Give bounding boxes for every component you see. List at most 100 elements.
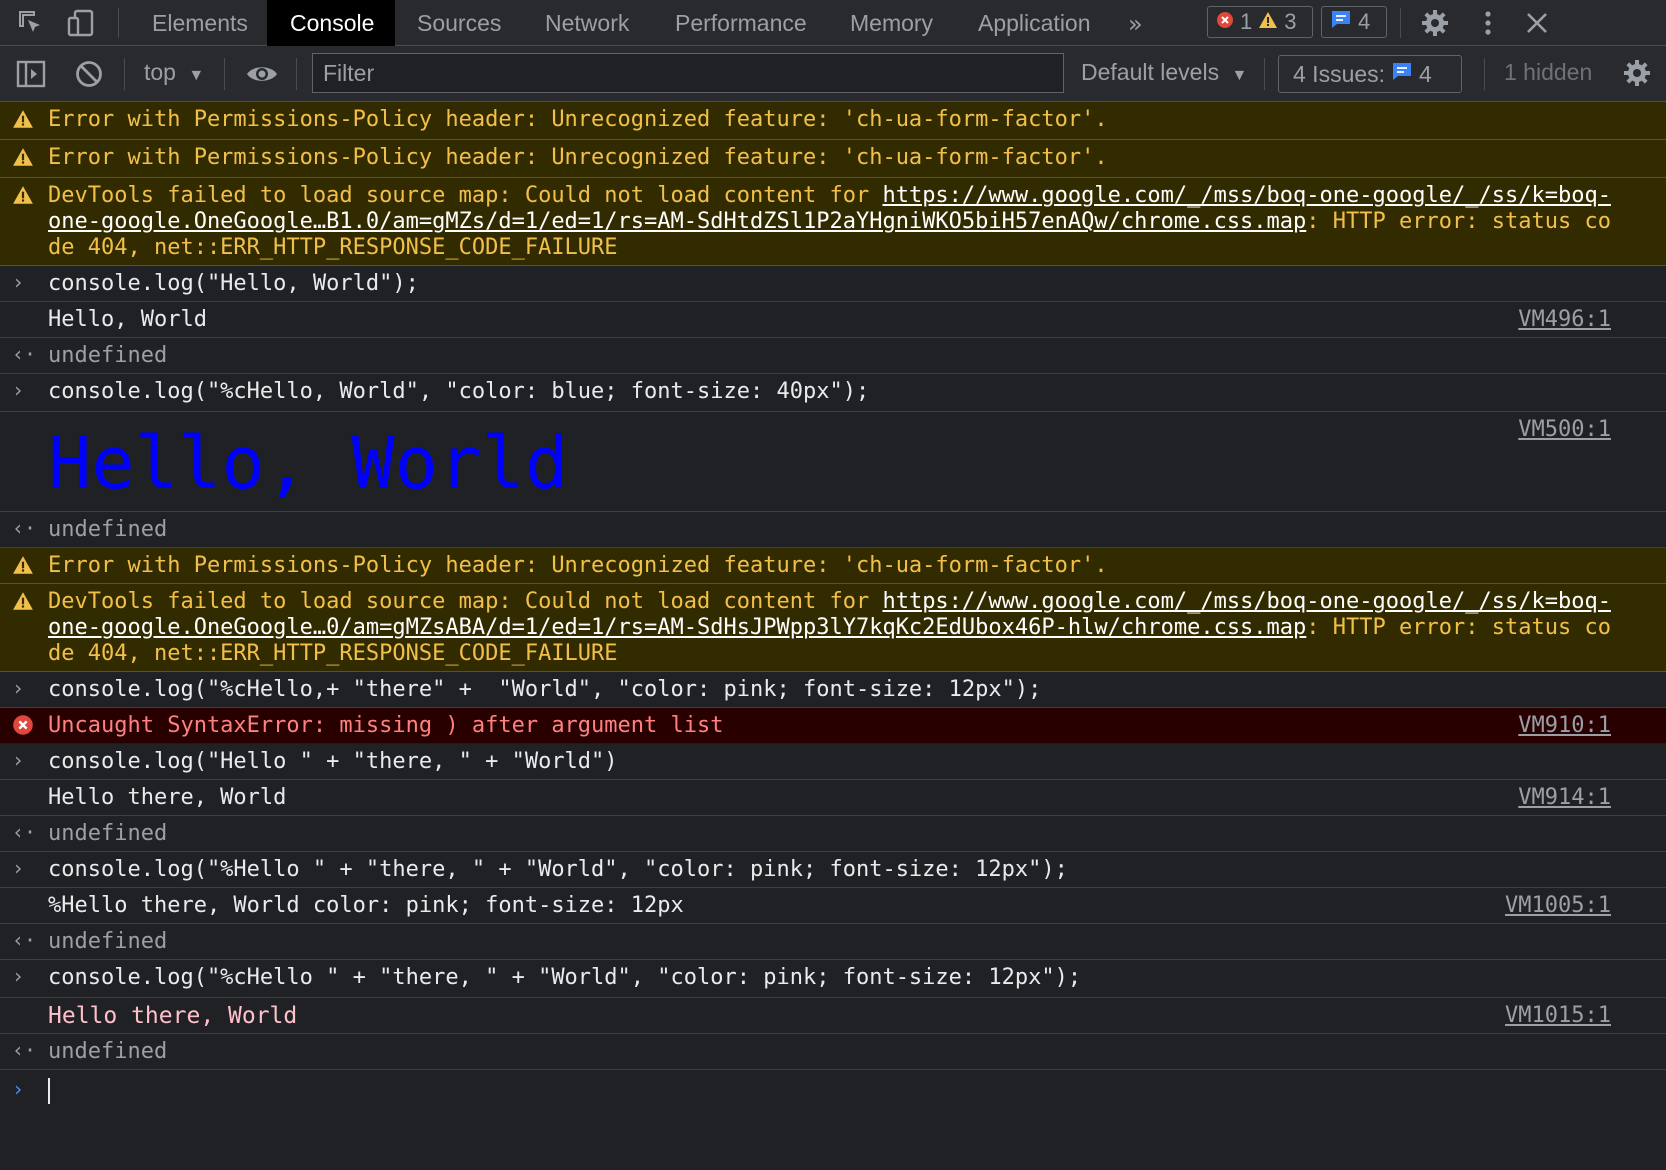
filter-input[interactable] [312, 53, 1064, 93]
tab-application[interactable]: Application [978, 0, 1091, 46]
output-text: Hello there, World [48, 785, 287, 810]
levels-label: Default levels [1081, 59, 1220, 85]
result-text: undefined [48, 821, 168, 846]
console-output-entry: Hello there, World VM1015:1 [0, 998, 1666, 1034]
command-text: console.log("%cHello, World", "color: bl… [48, 379, 870, 404]
tab-elements[interactable]: Elements [152, 0, 248, 46]
console-result-entry: ‹· undefined [0, 338, 1666, 374]
warning-text: Error with Permissions-Policy header: Un… [48, 107, 1108, 132]
warning-icon [12, 184, 36, 208]
chevron-down-icon: ▼ [188, 67, 205, 84]
chevron-right-icon: › [12, 748, 25, 772]
separator [124, 58, 125, 90]
live-expression-eye-icon[interactable] [245, 62, 279, 90]
console-input-entry: › console.log("%cHello,+ "there" + "Worl… [0, 672, 1666, 708]
error-warning-counter[interactable]: 1 3 [1207, 6, 1313, 38]
console-result-entry: ‹· undefined [0, 512, 1666, 548]
console-input-entry: › console.log("%cHello, World", "color: … [0, 374, 1666, 412]
return-arrow-icon: ‹· [12, 820, 37, 844]
inspect-element-icon[interactable] [18, 10, 44, 36]
more-options-icon[interactable] [1482, 8, 1494, 42]
warning-text-prefix: DevTools failed to load source map: Coul… [48, 589, 883, 614]
chevron-right-icon: › [12, 676, 25, 700]
log-levels-dropdown[interactable]: Default levels ▼ [1081, 59, 1247, 86]
return-arrow-icon: ‹· [12, 342, 37, 366]
separator [224, 58, 225, 90]
result-text: undefined [48, 517, 168, 542]
hidden-count: 1 hidden [1504, 59, 1593, 85]
issue-icon [1391, 61, 1413, 87]
warning-text: Error with Permissions-Policy header: Un… [48, 145, 1108, 170]
issues-counter[interactable]: 4 [1321, 6, 1387, 38]
console-output-entry: Hello there, World VM914:1 [0, 780, 1666, 816]
command-text: console.log("%cHello,+ "there" + "World"… [48, 677, 1042, 702]
context-selector[interactable]: top ▼ [144, 59, 204, 86]
command-text: console.log("%Hello " + "there, " + "Wor… [48, 857, 1068, 882]
source-link[interactable]: VM1015:1 [1505, 1003, 1611, 1029]
source-link[interactable]: VM914:1 [1518, 785, 1611, 811]
result-text: undefined [48, 1039, 168, 1064]
close-icon[interactable] [1524, 10, 1550, 40]
device-toolbar-icon[interactable] [66, 8, 96, 38]
warning-icon [12, 554, 36, 578]
result-text: undefined [48, 343, 168, 368]
return-arrow-icon: ‹· [12, 1038, 37, 1062]
warning-message: Error with Permissions-Policy header: Un… [0, 548, 1666, 584]
sidebar-toggle-icon[interactable] [16, 60, 46, 92]
styled-output-text: Hello, World [48, 421, 569, 505]
issues-count: 4 [1419, 60, 1432, 87]
settings-gear-icon[interactable] [1420, 8, 1450, 42]
tab-memory[interactable]: Memory [850, 0, 933, 46]
more-tabs-icon[interactable]: » [1128, 10, 1143, 38]
warning-message: Error with Permissions-Policy header: Un… [0, 140, 1666, 178]
warning-icon [12, 146, 36, 170]
console-result-entry: ‹· undefined [0, 1034, 1666, 1070]
tab-console[interactable]: Console [267, 0, 395, 46]
console-settings-gear-icon[interactable] [1622, 58, 1652, 92]
command-text: console.log("%cHello " + "there, " + "Wo… [48, 965, 1082, 990]
return-arrow-icon: ‹· [12, 928, 37, 952]
error-icon [1216, 9, 1234, 35]
issues-count: 4 [1358, 9, 1371, 34]
console-output-entry: Hello, World VM496:1 [0, 302, 1666, 338]
warning-icon [12, 108, 36, 132]
warning-icon [12, 590, 36, 614]
console-output-entry: Hello, World VM500:1 [0, 412, 1666, 512]
error-message: Uncaught SyntaxError: missing ) after ar… [0, 708, 1666, 744]
source-link[interactable]: VM500:1 [1518, 417, 1611, 443]
warning-icon [1258, 9, 1278, 35]
tab-sources[interactable]: Sources [417, 0, 501, 46]
separator [1400, 8, 1401, 38]
console-toolbar: top ▼ Default levels ▼ 4 Issues: 4 1 hid… [0, 46, 1666, 102]
error-icon [12, 714, 36, 738]
console-prompt[interactable]: › [0, 1070, 1666, 1114]
console-input-entry: › console.log("Hello, World"); [0, 266, 1666, 302]
source-link[interactable]: VM496:1 [1518, 307, 1611, 333]
context-label: top [144, 59, 176, 85]
result-text: undefined [48, 929, 168, 954]
warning-message: DevTools failed to load source map: Coul… [0, 584, 1666, 672]
styled-output-text: Hello there, World [48, 1003, 298, 1029]
issues-label: 4 Issues: [1293, 60, 1386, 87]
chevron-down-icon: ▼ [1231, 67, 1248, 84]
separator [1264, 58, 1265, 90]
tab-performance[interactable]: Performance [675, 0, 807, 46]
warning-count: 3 [1284, 9, 1297, 34]
console-messages: Error with Permissions-Policy header: Un… [0, 102, 1666, 1170]
output-text: %Hello there, World color: pink; font-si… [48, 893, 684, 918]
source-link[interactable]: VM910:1 [1518, 713, 1611, 739]
console-input-entry: › console.log("%Hello " + "there, " + "W… [0, 852, 1666, 888]
command-text: console.log("Hello, World"); [48, 271, 419, 296]
warning-text: DevTools failed to load source map: Coul… [48, 589, 1611, 667]
warning-text: DevTools failed to load source map: Coul… [48, 183, 1611, 261]
chevron-right-icon: › [12, 856, 25, 880]
error-count: 1 [1240, 9, 1253, 34]
chevron-right-icon: › [12, 964, 25, 988]
command-text: console.log("Hello " + "there, " + "Worl… [48, 749, 618, 774]
warning-message: Error with Permissions-Policy header: Un… [0, 102, 1666, 140]
tab-network[interactable]: Network [545, 0, 629, 46]
source-link[interactable]: VM1005:1 [1505, 893, 1611, 919]
console-result-entry: ‹· undefined [0, 924, 1666, 960]
issues-button[interactable]: 4 Issues: 4 [1278, 55, 1462, 93]
clear-console-icon[interactable] [74, 59, 104, 93]
